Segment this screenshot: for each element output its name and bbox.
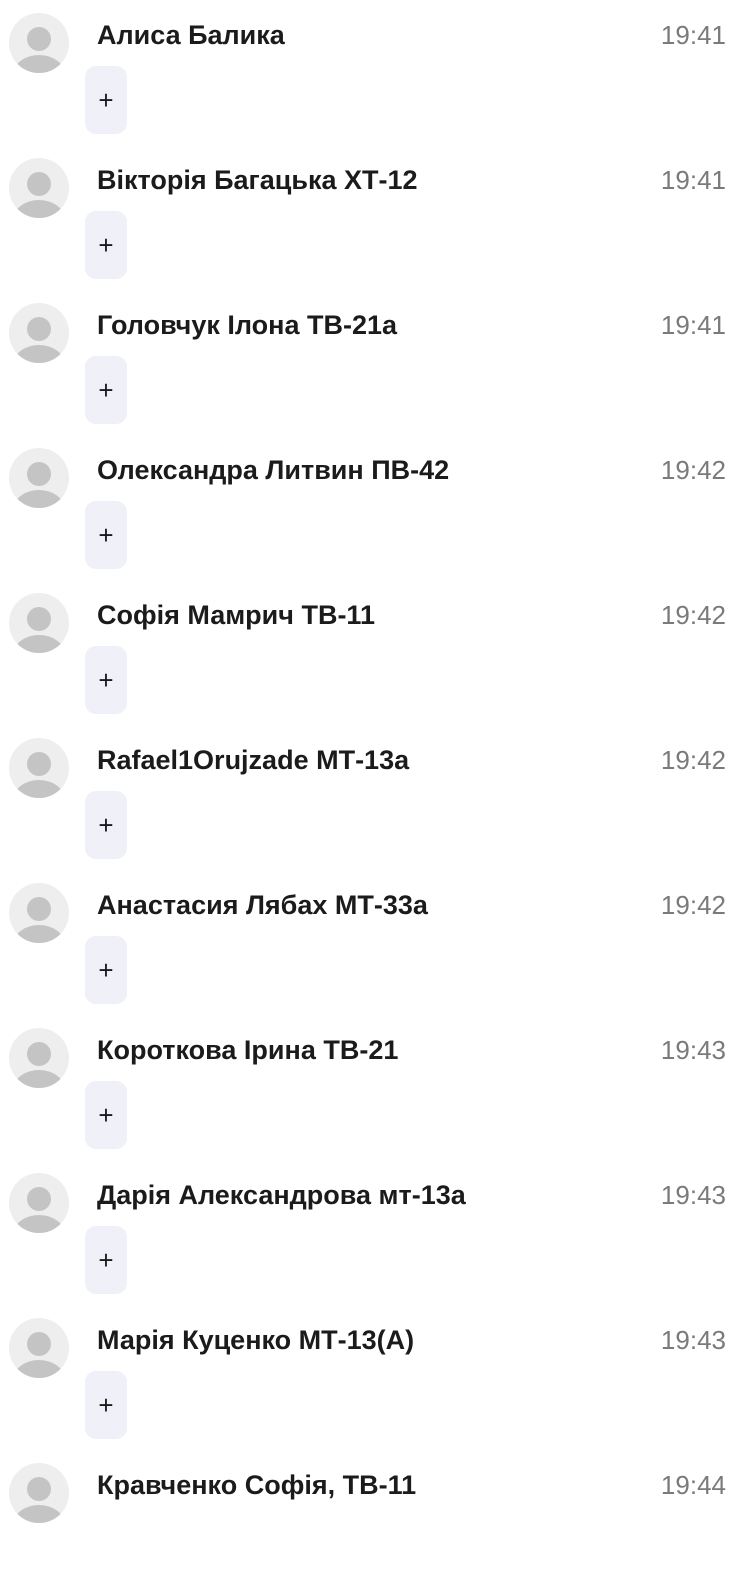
avatar-placeholder-icon[interactable] <box>9 593 69 653</box>
chat-message-list: Алиса Балика 19:41 + Вікторія Багацька Х… <box>0 0 733 1551</box>
plus-icon: + <box>98 1100 114 1130</box>
add-reaction-button[interactable]: + <box>85 936 127 1004</box>
plus-icon: + <box>98 230 114 260</box>
add-reaction-button[interactable]: + <box>85 1226 127 1294</box>
message-time: 19:42 <box>660 745 726 775</box>
message-author[interactable]: Дарія Александрова мт-13а <box>97 1177 466 1213</box>
chat-message: Олександра Литвин ПВ-42 19:42 + <box>0 435 733 580</box>
avatar-placeholder-icon[interactable] <box>9 158 69 218</box>
message-author[interactable]: Rafael1Orujzade МТ-13а <box>97 742 409 778</box>
avatar-placeholder-icon[interactable] <box>9 13 69 73</box>
message-author[interactable]: Марія Куценко МТ-13(А) <box>97 1322 414 1358</box>
avatar-placeholder-icon[interactable] <box>9 1318 69 1378</box>
add-reaction-button[interactable]: + <box>85 646 127 714</box>
message-time: 19:41 <box>660 165 726 195</box>
plus-icon: + <box>98 520 114 550</box>
plus-icon: + <box>98 85 114 115</box>
message-author[interactable]: Софія Мамрич ТВ-11 <box>97 597 375 633</box>
add-reaction-button[interactable]: + <box>85 356 127 424</box>
message-time: 19:41 <box>660 20 726 50</box>
message-author[interactable]: Анастасия Лябах МТ-33а <box>97 887 428 923</box>
chat-message: Rafael1Orujzade МТ-13а 19:42 + <box>0 725 733 870</box>
avatar-placeholder-icon[interactable] <box>9 448 69 508</box>
message-time: 19:41 <box>660 310 726 340</box>
message-time: 19:43 <box>660 1035 726 1065</box>
plus-icon: + <box>98 955 114 985</box>
chat-message: Дарія Александрова мт-13а 19:43 + <box>0 1160 733 1305</box>
message-author[interactable]: Алиса Балика <box>97 17 285 53</box>
chat-message: Вікторія Багацька ХТ-12 19:41 + <box>0 145 733 290</box>
chat-message: Кравченко Софія, ТВ-11 19:44 <box>0 1450 733 1595</box>
message-author[interactable]: Вікторія Багацька ХТ-12 <box>97 162 418 198</box>
plus-icon: + <box>98 810 114 840</box>
chat-message: Софія Мамрич ТВ-11 19:42 + <box>0 580 733 725</box>
chat-message: Алиса Балика 19:41 + <box>0 0 733 145</box>
chat-message: Марія Куценко МТ-13(А) 19:43 + <box>0 1305 733 1450</box>
add-reaction-button[interactable]: + <box>85 66 127 134</box>
plus-icon: + <box>98 1245 114 1275</box>
message-author[interactable]: Кравченко Софія, ТВ-11 <box>97 1467 416 1503</box>
chat-message: Короткова Ірина ТВ-21 19:43 + <box>0 1015 733 1160</box>
message-time: 19:42 <box>660 600 726 630</box>
plus-icon: + <box>98 665 114 695</box>
chat-message: Головчук Ілона ТВ-21а 19:41 + <box>0 290 733 435</box>
message-time: 19:44 <box>660 1470 726 1500</box>
message-time: 19:42 <box>660 890 726 920</box>
add-reaction-button[interactable]: + <box>85 501 127 569</box>
message-time: 19:43 <box>660 1325 726 1355</box>
message-author[interactable]: Головчук Ілона ТВ-21а <box>97 307 397 343</box>
add-reaction-button[interactable]: + <box>85 791 127 859</box>
add-reaction-button[interactable]: + <box>85 1371 127 1439</box>
avatar-placeholder-icon[interactable] <box>9 303 69 363</box>
plus-icon: + <box>98 1390 114 1420</box>
avatar-placeholder-icon[interactable] <box>9 1028 69 1088</box>
message-time: 19:42 <box>660 455 726 485</box>
chat-message: Анастасия Лябах МТ-33а 19:42 + <box>0 870 733 1015</box>
message-author[interactable]: Короткова Ірина ТВ-21 <box>97 1032 398 1068</box>
avatar-placeholder-icon[interactable] <box>9 738 69 798</box>
avatar-placeholder-icon[interactable] <box>9 1463 69 1523</box>
add-reaction-button[interactable]: + <box>85 211 127 279</box>
plus-icon: + <box>98 375 114 405</box>
message-time: 19:43 <box>660 1180 726 1210</box>
add-reaction-button[interactable]: + <box>85 1081 127 1149</box>
message-author[interactable]: Олександра Литвин ПВ-42 <box>97 452 449 488</box>
avatar-placeholder-icon[interactable] <box>9 883 69 943</box>
avatar-placeholder-icon[interactable] <box>9 1173 69 1233</box>
